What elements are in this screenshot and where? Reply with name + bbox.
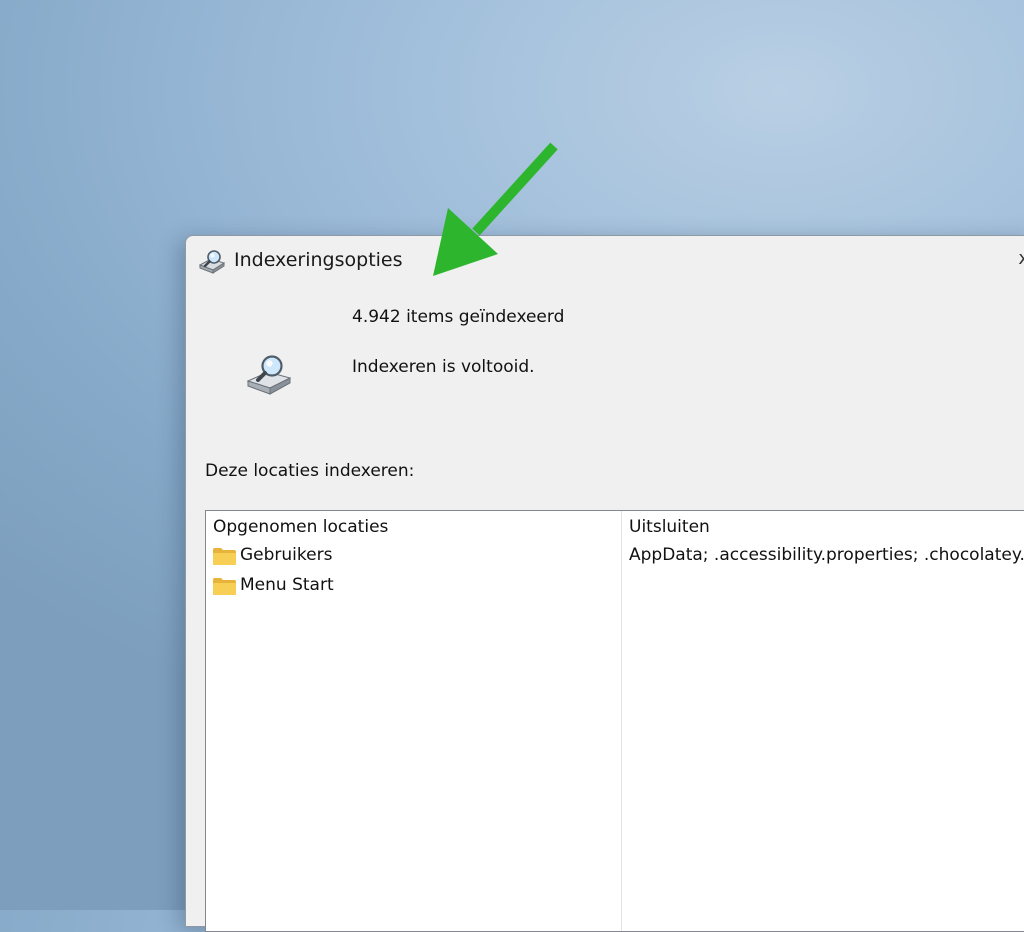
column-header-included-locations[interactable]: Opgenomen locaties xyxy=(213,517,388,537)
window-title: Indexeringsopties xyxy=(234,249,403,271)
annotation-arrow xyxy=(433,142,558,276)
indexed-items-count: 4.942 items geïndexeerd xyxy=(352,307,565,327)
title-bar[interactable]: Indexeringsopties x xyxy=(186,236,1024,288)
location-name: Menu Start xyxy=(240,575,334,595)
list-item[interactable]: Gebruikers AppData; .accessibility.prope… xyxy=(212,544,1024,570)
exclude-value: AppData; .accessibility.properties; .cho… xyxy=(629,545,1024,565)
indexing-options-icon xyxy=(198,250,226,274)
indexing-drive-magnifier-icon xyxy=(246,355,292,395)
index-locations-label: Deze locaties indexeren: xyxy=(205,461,415,481)
indexing-status-message: Indexeren is voltooid. xyxy=(352,357,535,377)
index-locations-list[interactable]: Opgenomen locaties Uitsluiten Gebruikers… xyxy=(205,510,1024,932)
folder-icon xyxy=(213,578,236,595)
list-item[interactable]: Menu Start xyxy=(212,574,1024,600)
folder-icon xyxy=(213,548,236,565)
indexing-options-window: Indexeringsopties x 4.942 items geïndexe… xyxy=(185,235,1024,932)
location-name: Gebruikers xyxy=(240,545,333,565)
column-header-exclude[interactable]: Uitsluiten xyxy=(629,517,710,537)
close-button[interactable]: x xyxy=(1018,248,1024,269)
